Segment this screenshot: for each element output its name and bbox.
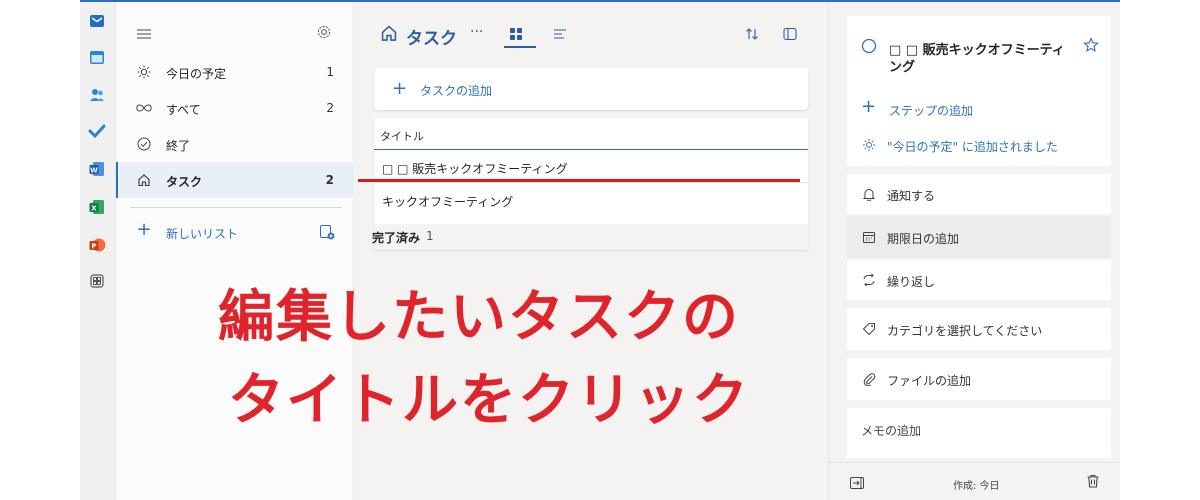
repeat-icon: [861, 272, 877, 288]
add-step-label: ステップの追加: [889, 104, 974, 118]
created-date: 作成: 今日: [953, 481, 1000, 492]
task-detail-pane: □ □ 販売キックオフミーティング + ステップの追加 "今日の予定" に追加さ…: [828, 2, 1121, 500]
added-to-today-label: "今日の予定" に追加されました: [887, 140, 1058, 154]
column-header-label: タイトル: [380, 130, 424, 143]
new-list-label: 新しいリスト: [166, 227, 239, 241]
active-view-indicator: [504, 46, 536, 48]
detail-header-card: □ □ 販売キックオフミーティング + ステップの追加: [847, 16, 1111, 128]
word-icon[interactable]: W: [88, 160, 106, 178]
task-row[interactable]: キックオフミーティング: [374, 184, 808, 216]
list-view-icon[interactable]: [552, 26, 568, 46]
svg-text:P: P: [91, 242, 96, 250]
add-task-label: タスクの追加: [420, 84, 493, 98]
add-due-date-button[interactable]: 期限日の追加: [847, 216, 1111, 258]
add-file-button[interactable]: ファイルの追加: [847, 358, 1111, 400]
pick-category-label: カテゴリを選択してください: [887, 324, 1043, 338]
repeat-label: 繰り返し: [887, 275, 936, 289]
add-note-placeholder: メモの追加: [861, 424, 922, 438]
nav-item-count: 2: [326, 101, 334, 115]
more-options-button[interactable]: ···: [470, 24, 483, 40]
app-rail: W X P: [80, 2, 116, 500]
completed-section-header[interactable]: 完了済み 1: [372, 224, 808, 250]
annotation-text-line1: 編集したいタスクの: [218, 285, 740, 350]
hamburger-menu-icon[interactable]: [136, 26, 152, 45]
task-title[interactable]: □ □ 販売キックオフミーティング: [382, 160, 568, 177]
add-due-date-label: 期限日の追加: [887, 232, 960, 246]
right-margin: [1120, 0, 1200, 500]
check-circle-icon: [136, 136, 152, 152]
settings-gear-icon[interactable]: [316, 24, 332, 44]
task-table: タイトル □ □ 販売キックオフミーティング キックオフミーティング 完了済み …: [372, 118, 808, 250]
nav-header: [116, 22, 354, 46]
star-icon[interactable]: [1083, 37, 1099, 57]
add-step-button[interactable]: + ステップの追加: [847, 90, 1111, 128]
sort-icon[interactable]: [744, 26, 760, 46]
added-to-today-button[interactable]: "今日の予定" に追加されました: [847, 124, 1111, 166]
tag-icon: [861, 321, 877, 337]
todo-app-window: W X P 今日の予定 1 すべて 2 終了 タスク 2 + 新しいリスト タス…: [0, 0, 1200, 500]
detail-footer: 作成: 今日: [829, 462, 1121, 500]
trash-icon[interactable]: [1085, 473, 1101, 493]
plus-icon: +: [392, 78, 408, 99]
todo-check-icon[interactable]: [88, 122, 106, 140]
nav-item-completed[interactable]: 終了: [116, 126, 354, 162]
remind-me-label: 通知する: [887, 189, 936, 203]
detail-task-title[interactable]: □ □ 販売キックオフミーティング: [889, 42, 1073, 76]
home-icon: [380, 24, 398, 46]
nav-item-today[interactable]: 今日の予定 1: [116, 54, 354, 90]
task-title[interactable]: キックオフミーティング: [382, 193, 513, 210]
completed-label: 完了済み: [372, 231, 421, 245]
apps-grid-icon[interactable]: [88, 272, 106, 290]
bell-icon: [861, 186, 877, 202]
column-header-title[interactable]: タイトル: [374, 118, 808, 150]
calendar-icon: [861, 229, 877, 245]
pick-category-button[interactable]: カテゴリを選択してください: [847, 308, 1111, 350]
excel-icon[interactable]: X: [88, 198, 106, 216]
infinity-icon: [136, 100, 152, 116]
completed-count: 1: [426, 229, 434, 243]
nav-item-count: 2: [325, 173, 334, 187]
nav-divider: [130, 207, 342, 208]
new-list-button[interactable]: + 新しいリスト: [116, 214, 354, 250]
plus-icon: +: [136, 218, 152, 240]
repeat-button[interactable]: 繰り返し: [847, 260, 1111, 300]
nav-item-count: 1: [326, 65, 334, 79]
nav-item-tasks[interactable]: タスク 2: [116, 162, 354, 198]
nav-item-label: 終了: [166, 139, 191, 153]
calendar-icon[interactable]: [88, 48, 106, 66]
nav-item-label: すべて: [166, 103, 201, 117]
complete-circle-icon[interactable]: [861, 38, 877, 58]
nav-item-all[interactable]: すべて 2: [116, 90, 354, 126]
nav-item-label: タスク: [166, 175, 203, 189]
paperclip-icon: [861, 371, 877, 387]
nav-item-label: 今日の予定: [166, 67, 227, 81]
remind-me-button[interactable]: 通知する: [847, 174, 1111, 214]
add-file-label: ファイルの追加: [887, 374, 972, 388]
people-icon[interactable]: [88, 86, 106, 104]
plus-icon: +: [861, 96, 877, 117]
annotation-underline: [358, 179, 800, 182]
svg-text:X: X: [91, 204, 97, 212]
sun-icon: [136, 64, 152, 80]
list-title: タスク: [406, 29, 457, 49]
svg-text:W: W: [90, 166, 98, 174]
annotation-text-line2: タイトルをクリック: [228, 368, 750, 433]
add-task-input[interactable]: + タスクの追加: [374, 68, 808, 110]
hide-detail-icon[interactable]: [849, 475, 865, 494]
outlook-mail-icon[interactable]: [88, 12, 106, 30]
toggle-panel-icon[interactable]: [782, 26, 798, 46]
sun-icon: [861, 137, 877, 153]
add-note-input[interactable]: メモの追加: [847, 408, 1111, 458]
powerpoint-icon[interactable]: P: [88, 236, 106, 254]
new-group-icon[interactable]: [319, 224, 335, 243]
home-icon: [136, 172, 152, 188]
grid-view-icon[interactable]: [508, 26, 524, 46]
